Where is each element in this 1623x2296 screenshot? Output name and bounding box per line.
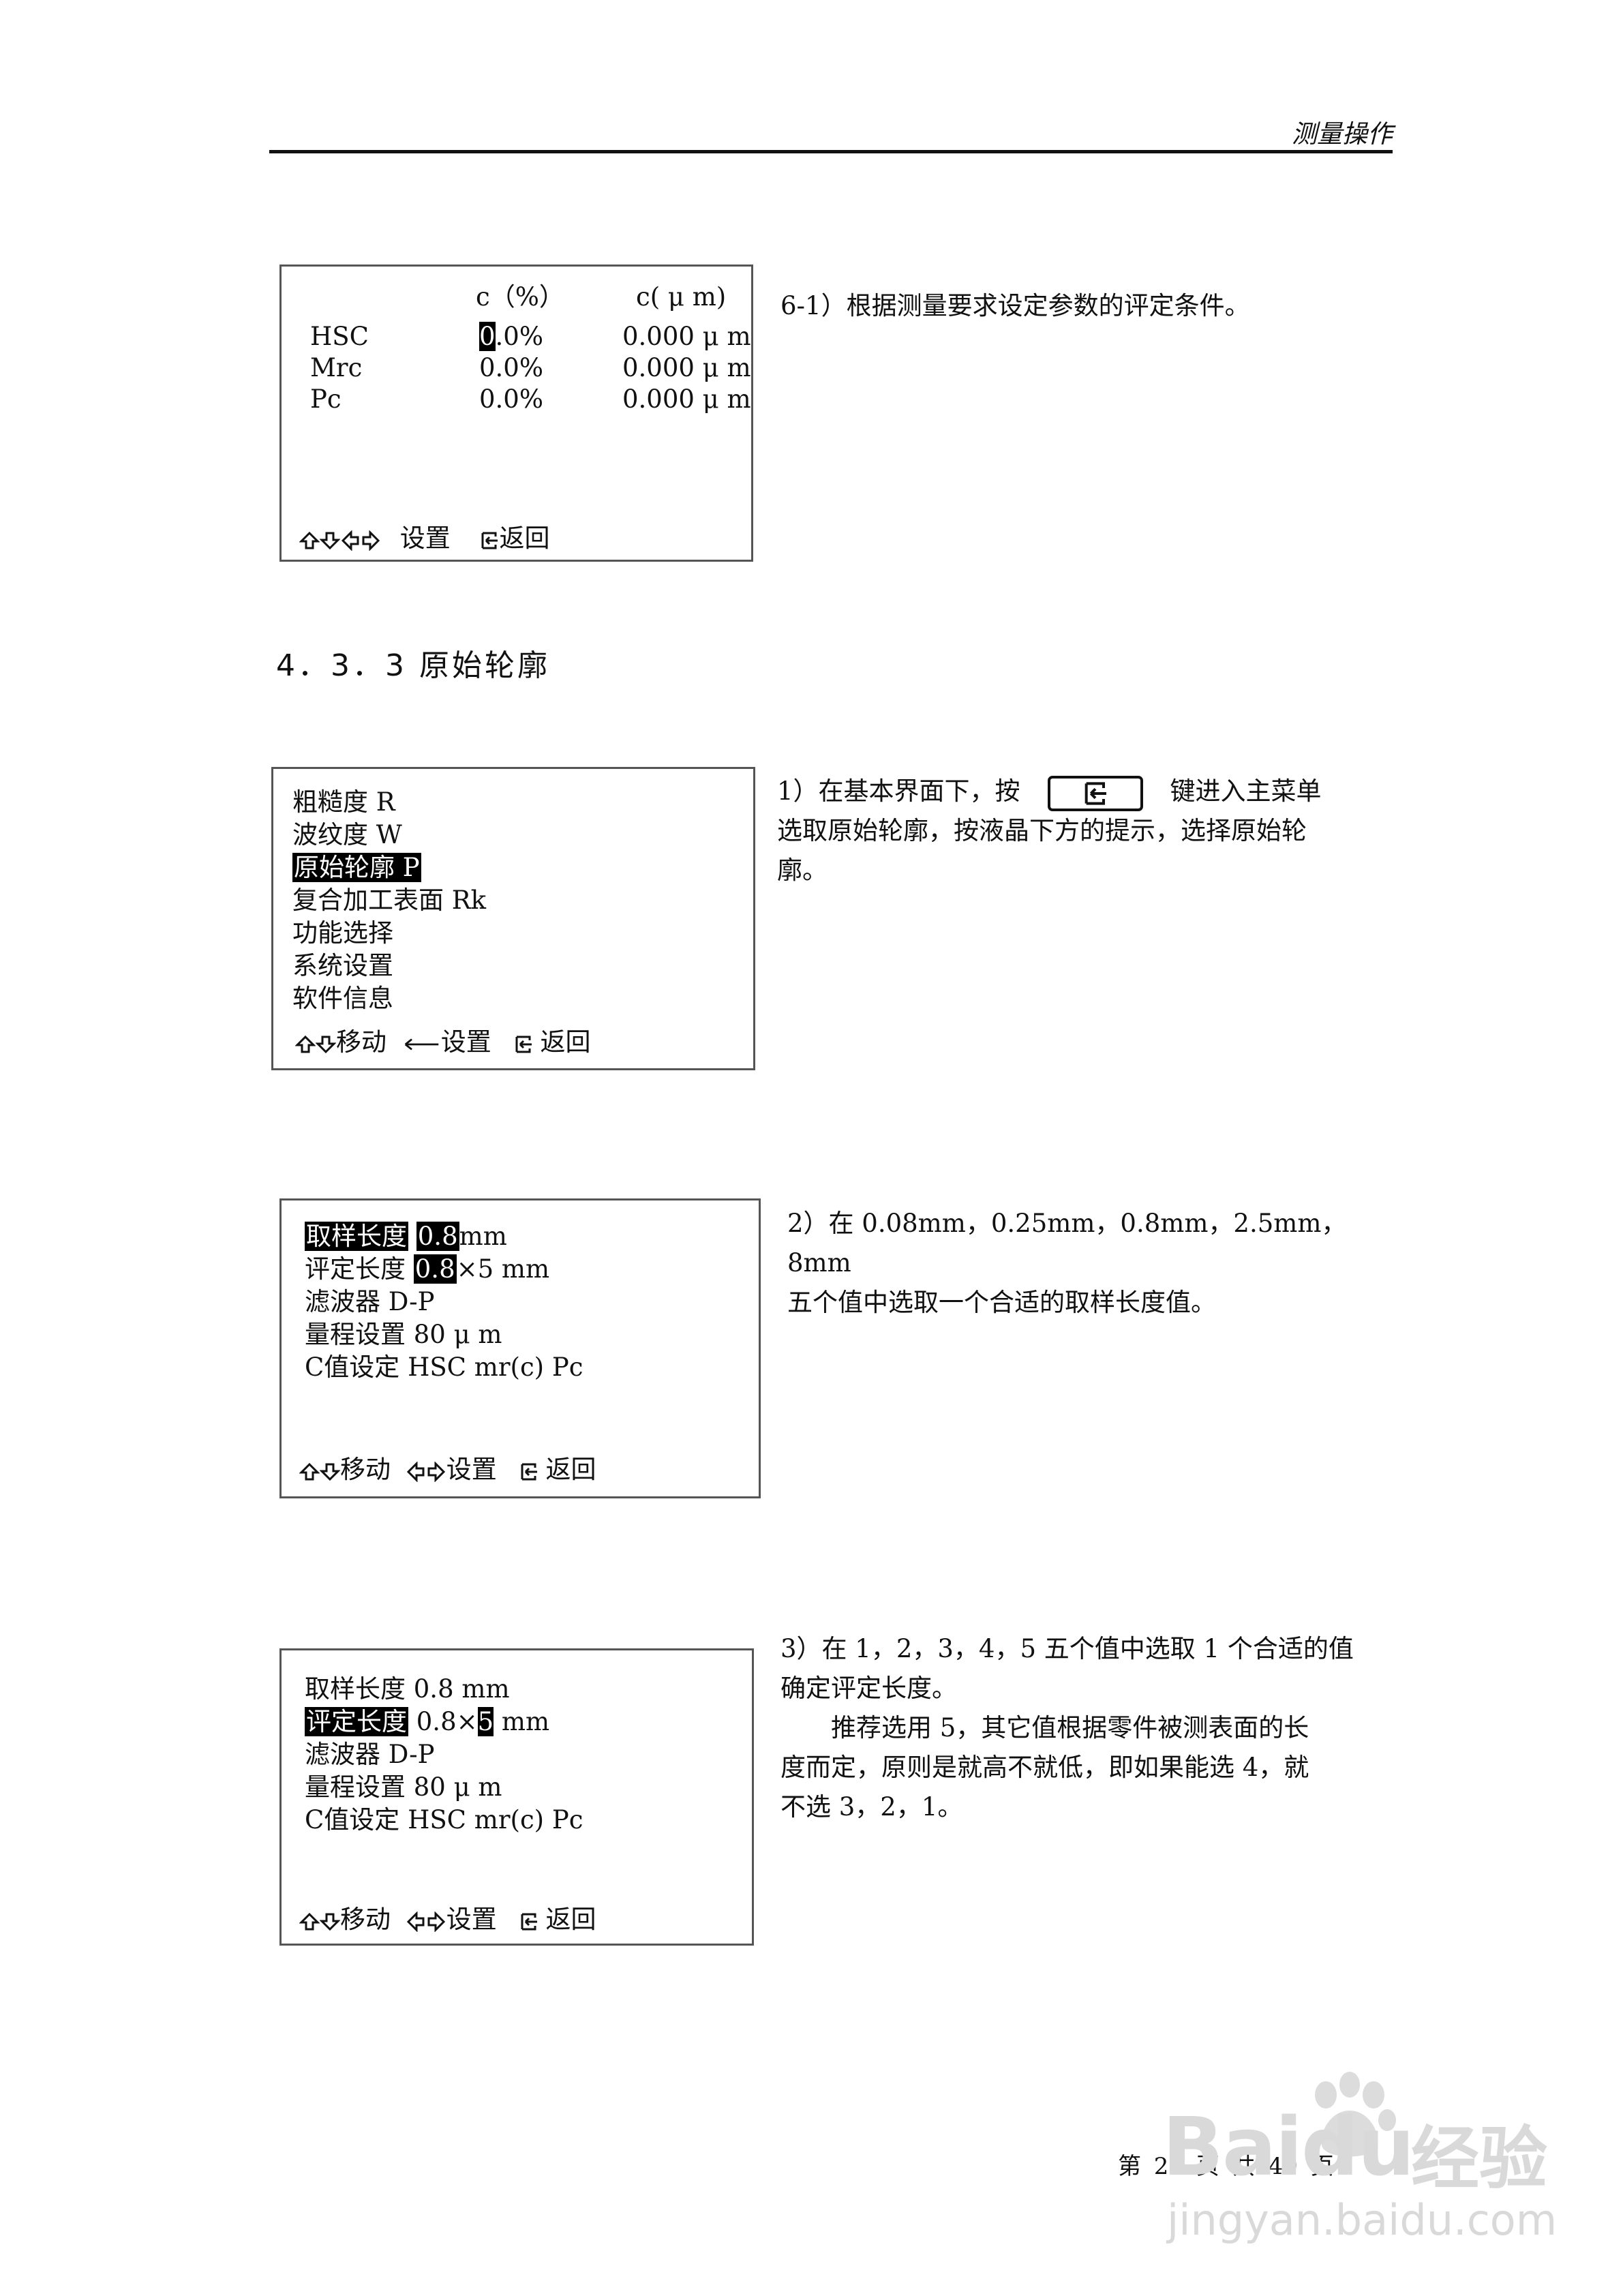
step-6-1-text: 6-1）根据测量要求设定参数的评定条件。 (780, 291, 1250, 320)
menu-item-roughness: 粗糙度 R (292, 787, 395, 817)
right-arrow-icon (426, 1912, 446, 1932)
footer-set-label: 设置 (399, 524, 451, 553)
footer-set-label: 设置 (446, 1455, 497, 1484)
menu-key (1047, 775, 1143, 811)
menu-item-system: 系统设置 (292, 951, 393, 980)
screen-footer: 移动 设置 返回 (299, 1907, 596, 1932)
lcd-screen-c-values: c（%） c( μ m) HSC 0.0% 0.000 μ m Mrc 0.0%… (279, 265, 753, 562)
footer-back-label: 返回 (499, 524, 550, 553)
screen-footer: 移动 设置 返回 (295, 1029, 591, 1055)
footer-move-label: 移动 (340, 1455, 391, 1484)
step-2-text: 2）在 0.08mm，0.25mm，0.8mm，2.5mm，8mm 五个值中选取… (787, 1209, 1347, 1317)
right-arrow-icon (361, 530, 381, 551)
row-label: Pc (310, 384, 342, 414)
lcd-screen-sampling-length: 取样长度 0.8mm 评定长度 0.8×5 mm 滤波器 D-P 量程设置 80… (279, 1198, 761, 1498)
step-3-text: 3）在 1，2，3，4，5 五个值中选取 1 个合适的值 确定评定长度。 推荐选… (780, 1634, 1354, 1822)
enter-key-icon (1080, 780, 1111, 807)
footer-back-label: 返回 (545, 1905, 596, 1934)
left-arrow-icon (406, 1912, 426, 1932)
down-arrow-icon (320, 1462, 340, 1482)
header-rule (269, 150, 1393, 153)
cursor-cell: 0 (479, 322, 496, 351)
up-arrow-icon (295, 1034, 316, 1055)
left-arrow-icon (406, 1462, 426, 1482)
setting-range: 量程设置 80 μ m (305, 1772, 502, 1802)
screen-footer: 设置 返回 (299, 526, 550, 551)
setting-filter: 滤波器 D-P (305, 1287, 435, 1316)
row-label: Mrc (310, 353, 363, 382)
evaluation-multiplier-cursor: 5 (477, 1707, 494, 1736)
lcd-screen-main-menu: 粗糙度 R 波纹度 W 原始轮廓 P 复合加工表面 Rk 功能选择 系统设置 软… (271, 767, 755, 1070)
enter-arrow-icon (403, 1035, 441, 1054)
footer-set-label: 设置 (440, 1027, 491, 1057)
watermark-url: jingyan.baidu.com (1167, 2195, 1558, 2245)
row-percent: 0.0% (479, 384, 543, 414)
row-percent: 0.0% (479, 322, 544, 351)
section-title: 4．3．3 原始轮廓 (276, 648, 550, 683)
row-um: 0.000 μ m (622, 384, 751, 414)
footer-set-label: 设置 (446, 1905, 497, 1934)
menu-item-waviness: 波纹度 W (292, 820, 402, 849)
footer-back-label: 返回 (540, 1027, 591, 1057)
menu-item-functions: 功能选择 (292, 918, 393, 948)
setting-c-value: C值设定 HSC mr(c) Pc (305, 1805, 583, 1834)
up-arrow-icon (299, 1462, 320, 1482)
screen-footer: 移动 设置 返回 (299, 1457, 596, 1482)
sampling-length-value: 0.8 (416, 1222, 459, 1251)
up-arrow-icon (299, 530, 320, 551)
col-header-um: c( μ m) (636, 282, 727, 312)
setting-sampling-length: 取样长度 0.8 mm (305, 1674, 510, 1704)
step-1-text: 1）在基本界面下，按 键进入主菜单 选取原始轮廓，按液晶下方的提示，选择原始轮 廓… (777, 775, 1322, 885)
left-arrow-icon (340, 530, 361, 551)
running-header: 测量操作 (1292, 119, 1393, 149)
footer-move-label: 移动 (340, 1905, 391, 1934)
col-header-percent: c（%） (476, 282, 564, 312)
footer-back-label: 返回 (545, 1455, 596, 1484)
setting-range: 量程设置 80 μ m (305, 1320, 502, 1349)
watermark-jingyan: 经验 (1411, 2119, 1547, 2199)
enter-icon (519, 1912, 539, 1932)
lcd-screen-evaluation-length: 取样长度 0.8 mm 评定长度 0.8×5 mm 滤波器 D-P 量程设置 8… (279, 1648, 754, 1946)
down-arrow-icon (316, 1034, 336, 1055)
row-percent: 0.0% (479, 353, 543, 382)
enter-icon (519, 1462, 539, 1482)
up-arrow-icon (299, 1912, 320, 1932)
down-arrow-icon (320, 530, 340, 551)
row-um: 0.000 μ m (622, 353, 751, 382)
row-label: HSC (310, 322, 369, 351)
setting-evaluation-length: 评定长度 0.8×5 mm (305, 1254, 550, 1284)
setting-evaluation-length: 评定长度 0.8×5 mm (305, 1707, 550, 1736)
menu-item-primary-profile: 原始轮廓 P (292, 853, 421, 882)
row-um: 0.000 μ m (622, 322, 751, 351)
footer-move-label: 移动 (336, 1027, 386, 1057)
menu-item-rk: 复合加工表面 Rk (292, 886, 487, 915)
enter-icon (479, 530, 500, 551)
down-arrow-icon (320, 1912, 340, 1932)
right-arrow-icon (426, 1462, 446, 1482)
setting-sampling-length: 取样长度 0.8mm (305, 1222, 507, 1251)
watermark-brand: Baidu (1162, 2100, 1414, 2194)
setting-filter: 滤波器 D-P (305, 1740, 435, 1769)
setting-c-value: C值设定 HSC mr(c) Pc (305, 1353, 583, 1382)
menu-item-software-info: 软件信息 (292, 984, 393, 1013)
enter-icon (513, 1034, 534, 1055)
